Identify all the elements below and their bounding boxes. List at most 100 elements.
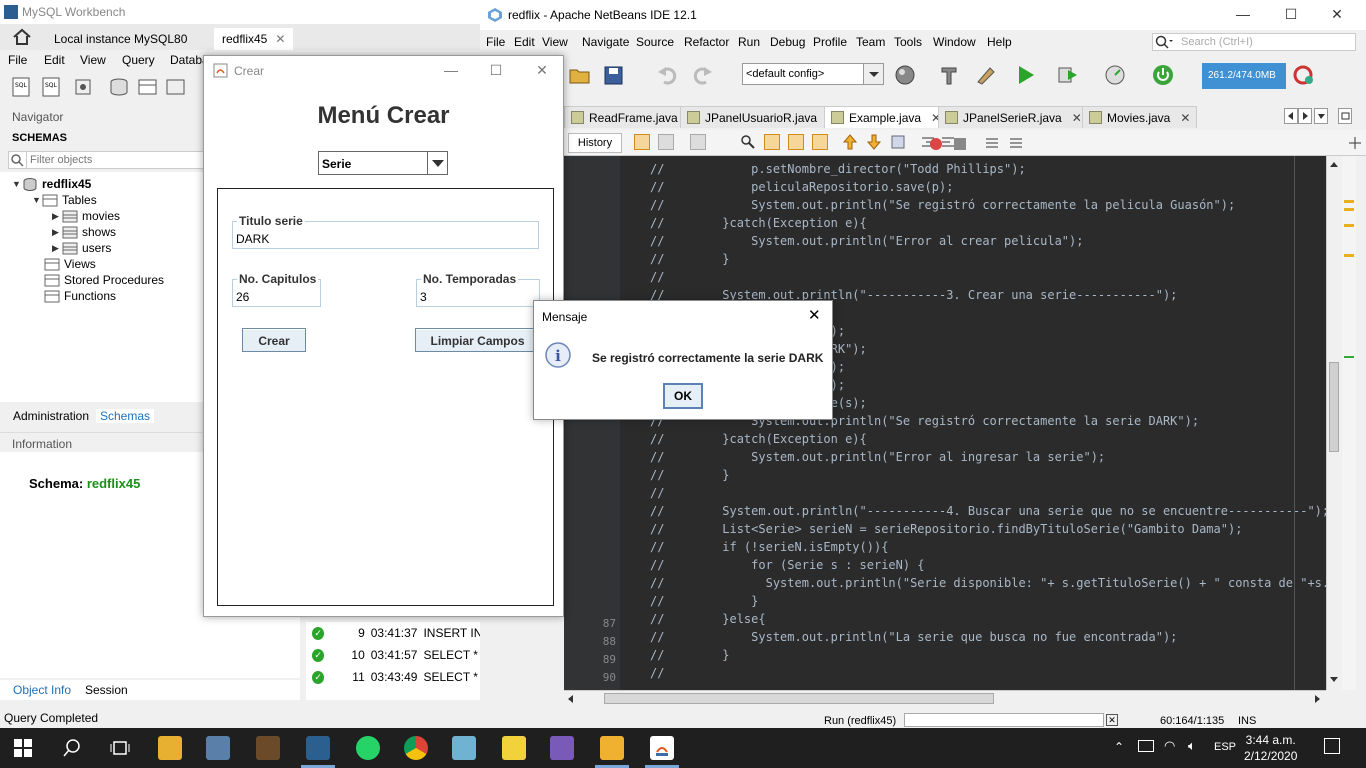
history-button[interactable]: History <box>568 133 622 153</box>
code-line[interactable]: // System.out.println("La serie que busc… <box>650 630 1177 644</box>
search-input[interactable]: Search (Ctrl+I) <box>1152 33 1356 51</box>
titulo-serie-value[interactable]: DARK <box>236 232 269 246</box>
tab-local-instance[interactable]: Local instance MySQL80 <box>46 28 195 50</box>
warning-marker[interactable] <box>1344 208 1354 211</box>
code-line[interactable]: // } <box>650 468 729 482</box>
scroll-down-icon[interactable] <box>1329 676 1339 684</box>
scroll-tabs-left-icon[interactable] <box>1284 108 1298 124</box>
warning-marker[interactable] <box>1344 224 1354 227</box>
status-run-label[interactable]: Run (redflix45) <box>824 715 896 727</box>
run-icon[interactable] <box>1014 64 1038 86</box>
change-marker[interactable] <box>1344 356 1354 358</box>
code-line[interactable]: // } <box>650 594 758 608</box>
menu-navigate[interactable]: Navigate <box>582 35 629 49</box>
toggle-highlight-icon[interactable] <box>812 134 828 150</box>
app-icon[interactable] <box>452 736 476 760</box>
save-all-icon[interactable] <box>602 64 626 86</box>
inspector-icon[interactable] <box>72 76 96 98</box>
warning-marker[interactable] <box>1344 254 1354 257</box>
sticky-notes-icon[interactable] <box>502 736 526 760</box>
menu-team[interactable]: Team <box>856 35 885 49</box>
tree-table-shows[interactable]: ▶ shows <box>52 224 116 240</box>
close-icon[interactable]: ✕ <box>275 32 285 46</box>
warning-marker[interactable] <box>1344 200 1354 203</box>
code-line[interactable]: // System.out.println("Se registró corre… <box>650 198 1235 212</box>
gc-icon[interactable] <box>1292 64 1316 86</box>
vertical-scroll-thumb[interactable] <box>1329 362 1339 452</box>
close-icon[interactable]: ✕ <box>527 62 557 79</box>
open-project-icon[interactable] <box>568 64 592 86</box>
target-icon[interactable] <box>894 64 918 86</box>
tree-table-movies[interactable]: ▶ movies <box>52 208 120 224</box>
chevron-down-icon[interactable] <box>863 64 883 84</box>
find-previous-icon[interactable] <box>764 134 780 150</box>
chrome-icon[interactable] <box>404 736 428 760</box>
create-view-icon[interactable] <box>164 76 188 98</box>
close-icon[interactable]: ✕ <box>1322 6 1352 23</box>
code-line[interactable]: // System.out.println("Serie disponible:… <box>650 576 1326 590</box>
create-schema-icon[interactable] <box>108 76 132 98</box>
type-combobox[interactable]: Serie <box>318 151 448 175</box>
code-line[interactable]: // <box>650 666 664 680</box>
table-row[interactable]: ✓ 10 03:41:57 SELECT * FI <box>306 644 480 666</box>
temporadas-field[interactable]: No. Temporadas 3 <box>416 272 540 307</box>
tab-redflix45[interactable]: redflix45 ✕ <box>214 28 294 50</box>
code-line[interactable]: // }catch(Exception e){ <box>650 432 867 446</box>
menu-help[interactable]: Help <box>987 35 1012 49</box>
menu-view[interactable]: View <box>80 53 106 67</box>
crear-button[interactable]: Crear <box>242 328 306 352</box>
file-tab-active[interactable]: Example.java ✕ <box>824 106 949 128</box>
table-row[interactable]: ✓ 9 03:41:37 INSERT INT <box>306 622 480 644</box>
maximize-icon[interactable]: ☐ <box>1276 6 1306 23</box>
record-macro-icon[interactable] <box>930 138 942 150</box>
code-line[interactable]: // } <box>650 648 729 662</box>
split-editor-icon[interactable] <box>1348 136 1362 150</box>
memory-indicator[interactable]: 261.2/474.0MB <box>1202 63 1286 89</box>
menu-file[interactable]: File <box>8 53 27 67</box>
menu-profile[interactable]: Profile <box>813 35 847 49</box>
maximize-icon[interactable]: ☐ <box>481 62 511 79</box>
code-line[interactable]: // peliculaRepositorio.save(p); <box>650 180 953 194</box>
task-view-icon[interactable] <box>110 738 130 758</box>
code-line[interactable]: // p.setNombre_director("Todd Phillips")… <box>650 162 1026 176</box>
next-bookmark-icon[interactable] <box>866 134 882 150</box>
debug-icon[interactable] <box>1056 64 1080 86</box>
code-line[interactable]: // <box>650 486 664 500</box>
tree-schema-redflix45[interactable]: ▼ redflix45 <box>12 176 91 192</box>
code-line[interactable]: // System.out.println("-----------4. Bus… <box>650 504 1326 518</box>
find-icon[interactable] <box>740 134 756 150</box>
new-sql-tab-icon[interactable]: SQL <box>10 76 34 98</box>
scroll-up-icon[interactable] <box>1329 160 1339 168</box>
notifications-icon[interactable] <box>1324 738 1340 754</box>
titulo-serie-field[interactable]: Titulo serie DARK <box>232 214 539 249</box>
menu-tools[interactable]: Tools <box>894 35 922 49</box>
scroll-right-icon[interactable] <box>1314 694 1322 704</box>
tab-administration[interactable]: Administration <box>9 409 93 423</box>
close-icon[interactable]: ✕ <box>1072 111 1082 125</box>
minecraft-icon[interactable] <box>256 736 280 760</box>
expand-arrow-icon[interactable]: ▶ <box>52 211 62 222</box>
close-icon[interactable]: ✕ <box>1180 111 1190 125</box>
clean-build-icon[interactable] <box>974 64 998 86</box>
tree-views[interactable]: Views <box>44 256 96 272</box>
home-icon[interactable] <box>12 28 32 46</box>
code-line[interactable]: // }catch(Exception e){ <box>650 216 867 230</box>
expand-arrow-icon[interactable]: ▶ <box>52 227 62 238</box>
capitulos-field[interactable]: No. Capitulos 26 <box>232 272 321 307</box>
remote-desktop-icon[interactable] <box>206 736 230 760</box>
filter-objects-input[interactable]: Filter objects <box>26 151 206 169</box>
clock[interactable]: 3:44 a.m. 2/12/2020 <box>1244 732 1297 764</box>
forward-icon[interactable] <box>658 134 674 150</box>
restore-window-icon[interactable] <box>1338 108 1352 124</box>
undo-icon[interactable] <box>656 64 680 86</box>
netbeans-icon[interactable] <box>600 736 624 760</box>
menu-file[interactable]: File <box>486 35 505 49</box>
tab-object-info[interactable]: Object Info <box>9 683 75 697</box>
menu-refactor[interactable]: Refactor <box>684 35 729 49</box>
battery-icon[interactable] <box>1138 740 1154 752</box>
create-table-icon[interactable] <box>136 76 160 98</box>
cancel-process-icon[interactable]: ✕ <box>1106 714 1118 726</box>
error-stripe[interactable] <box>1342 156 1356 690</box>
language-indicator[interactable]: ESP <box>1214 741 1236 753</box>
code-line[interactable]: // System.out.println("Error al crear pe… <box>650 234 1083 248</box>
